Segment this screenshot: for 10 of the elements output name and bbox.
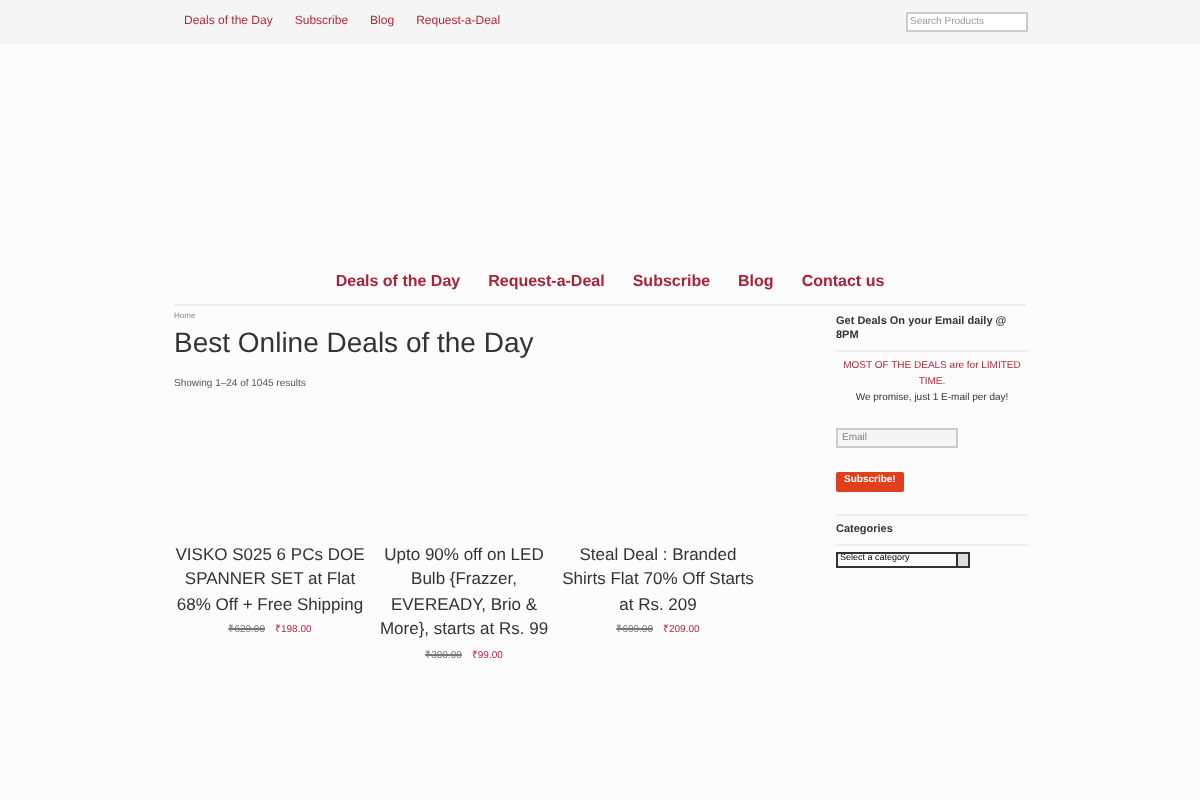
main-nav-link[interactable]: Request-a-Deal bbox=[488, 270, 605, 294]
main-nav-link[interactable]: Contact us bbox=[801, 270, 885, 294]
product-title[interactable]: Upto 90% off on LED Bulb {Frazzer, EVEREADY, Brio & More}, starts at Rs. 99 bbox=[368, 541, 560, 641]
main-nav-link[interactable]: Blog bbox=[738, 270, 774, 294]
main-nav-link[interactable]: Deals of the Day bbox=[335, 270, 461, 294]
product-title[interactable]: Steal Deal : Branded Shirts Flat 70% Off Starts at Rs. 209 bbox=[562, 541, 754, 616]
page-title: Best Online Deals of the Day bbox=[174, 324, 536, 360]
product-title[interactable]: VISKO S025 6 PCs DOE SPANNER SET at Flat 68% Off + Free Shipping bbox=[174, 541, 366, 616]
dropdown-icon bbox=[956, 553, 968, 566]
main-nav-link[interactable]: Subscribe bbox=[632, 270, 711, 294]
